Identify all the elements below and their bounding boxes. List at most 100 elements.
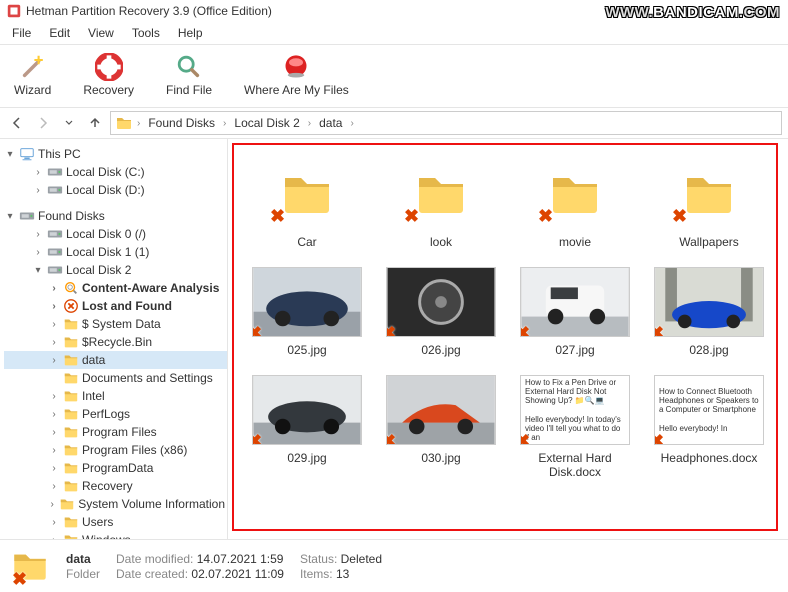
folder-icon <box>63 388 79 404</box>
status-modified-label: Date modified: <box>116 552 193 566</box>
folder-movie[interactable]: ✖ movie <box>512 159 638 249</box>
file-029[interactable]: ✖ 029.jpg <box>244 375 370 479</box>
image-thumbnail <box>253 376 361 444</box>
tree-recovery[interactable]: ›Recovery <box>4 477 227 495</box>
disk-icon <box>47 226 63 242</box>
file-025[interactable]: ✖ 025.jpg <box>244 267 370 357</box>
file-030[interactable]: ✖ 030.jpg <box>378 375 504 479</box>
tree-panel[interactable]: ▾This PC ›Local Disk (C:) ›Local Disk (D… <box>0 139 228 539</box>
image-thumbnail <box>253 268 361 336</box>
forward-button[interactable] <box>32 112 54 134</box>
menu-help[interactable]: Help <box>170 24 211 42</box>
crumb-local-disk-2[interactable]: Local Disk 2 <box>228 116 305 130</box>
tree-local-c[interactable]: ›Local Disk (C:) <box>4 163 227 181</box>
status-name: data <box>66 552 100 566</box>
chevron-right-icon: › <box>221 118 228 129</box>
disk-icon <box>47 262 63 278</box>
deleted-icon: ✖ <box>252 432 265 445</box>
pc-icon <box>19 146 35 162</box>
disk-icon <box>47 164 63 180</box>
wizard-button[interactable]: Wizard <box>10 51 55 99</box>
tree-programdata[interactable]: ›ProgramData <box>4 459 227 477</box>
deleted-icon: ✖ <box>538 207 556 225</box>
doc-preview: How to Connect Bluetooth Headphones or S… <box>654 375 764 445</box>
status-type: Folder <box>66 567 100 581</box>
tree-system-data[interactable]: ›$ System Data <box>4 315 227 333</box>
folder-wallpapers[interactable]: ✖ Wallpapers <box>646 159 772 249</box>
arrow-left-icon <box>10 116 24 130</box>
menu-view[interactable]: View <box>80 24 122 42</box>
tree-intel[interactable]: ›Intel <box>4 387 227 405</box>
tree-svi[interactable]: ›System Volume Information <box>4 495 227 513</box>
folder-icon <box>63 478 79 494</box>
back-button[interactable] <box>6 112 28 134</box>
tree-content-aware[interactable]: ›Content-Aware Analysis <box>4 279 227 297</box>
history-dropdown[interactable] <box>58 112 80 134</box>
status-bar: ✖ data Folder Date modified: 14.07.2021 … <box>0 539 788 592</box>
crumb-data[interactable]: data <box>313 116 348 130</box>
file-headphones[interactable]: How to Connect Bluetooth Headphones or S… <box>646 375 772 479</box>
deleted-icon: ✖ <box>404 207 422 225</box>
toolbar: Wizard Recovery Find File Where Are My F… <box>0 45 788 108</box>
breadcrumb-bar[interactable]: › Found Disks › Local Disk 2 › data › <box>110 111 782 135</box>
status-status-value: Deleted <box>341 552 382 566</box>
arrow-right-icon <box>36 116 50 130</box>
crumb-found-disks[interactable]: Found Disks <box>142 116 221 130</box>
wand-icon <box>19 53 47 81</box>
folder-icon <box>63 406 79 422</box>
tree-lost-and-found[interactable]: ›Lost and Found <box>4 297 227 315</box>
file-026[interactable]: ✖ 026.jpg <box>378 267 504 357</box>
tree-this-pc[interactable]: ▾This PC <box>4 145 227 163</box>
tree-program-files-x86[interactable]: ›Program Files (x86) <box>4 441 227 459</box>
deleted-icon: ✖ <box>520 432 533 445</box>
tree-ld2[interactable]: ▾Local Disk 2 <box>4 261 227 279</box>
up-button[interactable] <box>84 112 106 134</box>
where-are-my-files-button[interactable]: Where Are My Files <box>240 51 353 99</box>
tree-program-files[interactable]: ›Program Files <box>4 423 227 441</box>
chevron-right-icon: › <box>135 118 142 129</box>
tree-recycle-bin[interactable]: ›$Recycle.Bin <box>4 333 227 351</box>
disk-icon <box>47 244 63 260</box>
image-thumbnail <box>521 268 629 336</box>
folder-icon <box>59 496 75 512</box>
tree-found-disks[interactable]: ▾Found Disks <box>4 207 227 225</box>
recovery-button[interactable]: Recovery <box>79 51 138 99</box>
menu-edit[interactable]: Edit <box>41 24 78 42</box>
tree-local-d[interactable]: ›Local Disk (D:) <box>4 181 227 199</box>
tree-ld1[interactable]: ›Local Disk 1 (1) <box>4 243 227 261</box>
tree-users[interactable]: ›Users <box>4 513 227 531</box>
menu-tools[interactable]: Tools <box>124 24 168 42</box>
navbar: › Found Disks › Local Disk 2 › data › <box>0 108 788 139</box>
find-file-button[interactable]: Find File <box>162 51 216 99</box>
file-028[interactable]: ✖ 028.jpg <box>646 267 772 357</box>
app-icon <box>6 3 22 19</box>
magnifier-icon <box>175 53 203 81</box>
tree-windows[interactable]: ›Windows <box>4 531 227 539</box>
chevron-right-icon: › <box>348 118 355 129</box>
chevron-right-icon: › <box>306 118 313 129</box>
folder-icon <box>63 514 79 530</box>
tree-perflogs[interactable]: ›PerfLogs <box>4 405 227 423</box>
window-title: Hetman Partition Recovery 3.9 (Office Ed… <box>26 4 272 18</box>
red-button-icon <box>282 53 310 81</box>
file-external-hard-disk[interactable]: How to Fix a Pen Drive or External Hard … <box>512 375 638 479</box>
image-thumbnail <box>387 376 495 444</box>
delete-icon <box>63 298 79 314</box>
tree-data[interactable]: ›data <box>4 351 227 369</box>
folder-look[interactable]: ✖ look <box>378 159 504 249</box>
content-panel[interactable]: ✖ Car ✖ look ✖ movie ✖ Wallpapers ✖ 025.… <box>228 139 788 539</box>
doc-preview: How to Fix a Pen Drive or External Hard … <box>520 375 630 445</box>
bandicam-watermark: WWW.BANDICAM.COM <box>605 4 780 21</box>
menu-file[interactable]: File <box>4 24 39 42</box>
folder-car[interactable]: ✖ Car <box>244 159 370 249</box>
lifesaver-icon <box>95 53 123 81</box>
image-thumbnail <box>387 268 495 336</box>
file-027[interactable]: ✖ 027.jpg <box>512 267 638 357</box>
folder-icon <box>63 334 79 350</box>
tree-docs-settings[interactable]: Documents and Settings <box>4 369 227 387</box>
folder-icon <box>115 114 133 132</box>
tree-ld0[interactable]: ›Local Disk 0 (/) <box>4 225 227 243</box>
folder-icon <box>63 442 79 458</box>
folder-icon <box>63 460 79 476</box>
chevron-down-icon <box>64 118 74 128</box>
